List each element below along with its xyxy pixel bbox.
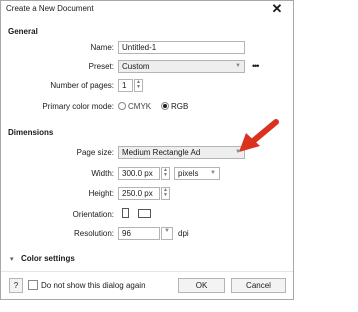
ok-button[interactable]: OK (178, 278, 225, 293)
name-label: Name: (90, 43, 114, 52)
landscape-orientation-icon[interactable] (138, 209, 151, 218)
resolution-unit: dpi (178, 229, 189, 238)
name-field[interactable]: Untitled-1 (118, 41, 245, 54)
width-label: Width: (91, 169, 114, 178)
dont-show-checkbox[interactable] (28, 280, 38, 290)
rgb-label: RGB (171, 102, 189, 111)
dialog-titlebar: Create a New Document ✕ (1, 1, 293, 17)
color-mode-rgb-option[interactable]: RGB (161, 101, 189, 111)
help-button[interactable]: ? (9, 278, 23, 293)
height-stepper[interactable]: ▲ ▼ (161, 187, 170, 200)
more-options-icon[interactable]: ••• (252, 61, 260, 71)
page-size-value: Medium Rectangle Ad (122, 148, 201, 157)
cancel-button[interactable]: Cancel (231, 278, 286, 293)
orientation-label: Orientation: (72, 210, 114, 219)
chevron-down-icon: ▼ (210, 170, 216, 176)
chevron-down-icon: ▼ (164, 228, 170, 234)
dialog-title: Create a New Document (6, 4, 94, 13)
dont-show-again-option[interactable]: Do not show this dialog again (28, 280, 146, 291)
resolution-label: Resolution: (73, 229, 114, 238)
width-field[interactable]: 300.0 px (118, 167, 160, 180)
dont-show-label: Do not show this dialog again (41, 281, 146, 291)
color-mode-cmyk-option[interactable]: CMYK (118, 101, 152, 111)
height-field[interactable]: 250.0 px (118, 187, 160, 200)
close-icon[interactable]: ✕ (267, 1, 287, 17)
resolution-field[interactable]: 96 (118, 227, 160, 240)
section-dimensions-heading: Dimensions (8, 128, 54, 137)
color-settings-toggle-icon[interactable]: ▾ (10, 255, 14, 263)
page-size-label: Page size: (76, 148, 114, 157)
section-general-heading: General (8, 27, 38, 36)
radio-rgb[interactable] (161, 101, 169, 110)
arrow-shaft (249, 119, 279, 145)
color-settings-heading[interactable]: Color settings (21, 254, 75, 263)
width-stepper[interactable]: ▲ ▼ (161, 167, 170, 180)
footer-divider (1, 271, 293, 272)
pages-label: Number of pages: (50, 81, 114, 90)
resolution-dropdown-button[interactable]: ▼ (161, 227, 173, 240)
pages-stepper[interactable]: ▲ ▼ (134, 79, 143, 92)
preset-dropdown[interactable]: Custom ▼ (118, 60, 245, 73)
stepper-down-icon[interactable]: ▼ (135, 85, 142, 90)
preset-value: Custom (122, 62, 150, 71)
radio-cmyk[interactable] (118, 101, 126, 110)
units-dropdown[interactable]: pixels ▼ (174, 167, 220, 180)
page-size-dropdown[interactable]: Medium Rectangle Ad ▼ (118, 146, 245, 159)
cmyk-label: CMYK (128, 102, 152, 111)
stepper-down-icon[interactable]: ▼ (162, 193, 169, 198)
preset-label: Preset: (88, 62, 114, 71)
color-mode-label: Primary color mode: (42, 102, 114, 111)
portrait-orientation-icon[interactable] (122, 208, 129, 218)
pages-field[interactable]: 1 (118, 79, 133, 92)
stepper-down-icon[interactable]: ▼ (162, 173, 169, 178)
chevron-down-icon: ▼ (235, 63, 241, 69)
height-label: Height: (88, 189, 114, 198)
annotation-arrow-icon (239, 119, 279, 152)
units-value: pixels (178, 169, 199, 178)
